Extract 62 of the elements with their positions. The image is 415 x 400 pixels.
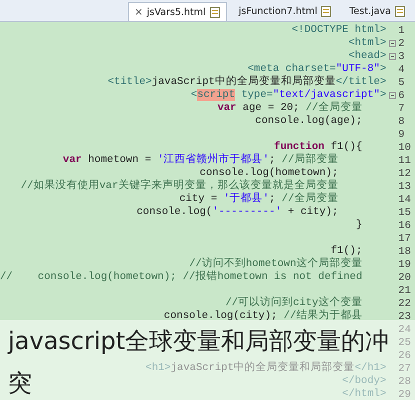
close-icon[interactable]: × [134, 6, 143, 18]
line-number: 1 [398, 24, 406, 36]
file-tab[interactable]: × jsVars5.html [128, 2, 227, 21]
line-number: 4 [398, 64, 406, 76]
code-line: console.log(city); //结果为于都县 [164, 310, 364, 323]
line-number: 29 [398, 388, 412, 400]
collapse-icon[interactable] [389, 40, 396, 47]
line-number: 7 [398, 102, 406, 114]
code-line: //访问不到hometown这个局部变量 [189, 258, 364, 270]
code-line: <title>javaScript中的全局变量和局部变量</title> [108, 76, 386, 89]
line-number: 22 [398, 298, 412, 310]
code-line: </html> [342, 388, 386, 400]
line-number: 27 [398, 362, 412, 374]
file-tab[interactable]: jsFunction7.html [232, 2, 338, 21]
code-line: </body> [342, 375, 386, 388]
code-line: //可以访问到city这个变量 [225, 297, 364, 309]
code-line: <h1>javaScript中的全局变量和局部变量</h1> [146, 362, 386, 375]
line-number: 24 [398, 324, 412, 336]
code-line: <script type="text/javascript"> [190, 89, 386, 101]
code-line: function f1(){ [274, 141, 364, 153]
line-number: 13 [398, 180, 412, 192]
collapse-icon[interactable] [389, 92, 396, 99]
line-number: 19 [398, 258, 412, 270]
line-number: 28 [398, 376, 412, 388]
code-line: <meta charset="UTF-8"> [248, 63, 386, 75]
collapse-icon[interactable] [389, 53, 396, 60]
code-line: <html> [348, 37, 386, 50]
code-line: } [356, 219, 364, 232]
code-line: console.log('---------' + city); [136, 206, 340, 219]
file-icon [210, 6, 220, 18]
line-number: 15 [398, 206, 412, 218]
code-line: console.log(hometown); [200, 167, 340, 179]
line-number: 12 [398, 168, 412, 180]
line-number: 2 [398, 38, 406, 50]
line-number: 5 [398, 76, 406, 88]
line-number: 14 [398, 194, 412, 206]
line-number: 11 [398, 154, 412, 166]
line-number: 9 [398, 128, 406, 140]
code-line: city = '于都县'; //全局变量 [179, 193, 340, 206]
code-line: console.log(age); [255, 115, 364, 128]
code-line: var age = 20; //全局变量 [217, 102, 364, 115]
line-number: 8 [398, 116, 406, 128]
line-number: 18 [398, 246, 412, 258]
file-icon [395, 6, 405, 17]
line-number: 21 [398, 284, 412, 296]
code-line: var hometown = '江西省赣州市于都县'; //局部变量 [62, 154, 340, 167]
code-line: f1(); [330, 245, 364, 257]
file-icon [321, 6, 332, 17]
line-number: 6 [398, 90, 406, 102]
code-line: //如果没有使用var关键字来声明变量，那么该变量就是全局变量 [20, 180, 340, 192]
file-tab[interactable]: Test.java [343, 2, 411, 21]
line-number: 26 [398, 350, 412, 362]
line-number: 17 [398, 232, 412, 244]
code-line: // console.log(hometown); //报错hometown is not defined [0, 271, 364, 284]
code-line: <head> [348, 50, 386, 63]
line-number: 10 [398, 142, 412, 154]
line-number: 3 [398, 50, 406, 62]
line-number: 16 [398, 220, 412, 232]
line-number: 20 [398, 272, 412, 284]
line-number: 25 [398, 336, 412, 348]
code-line: <!DOCTYPE html> [292, 24, 386, 37]
line-number: 23 [398, 310, 412, 322]
